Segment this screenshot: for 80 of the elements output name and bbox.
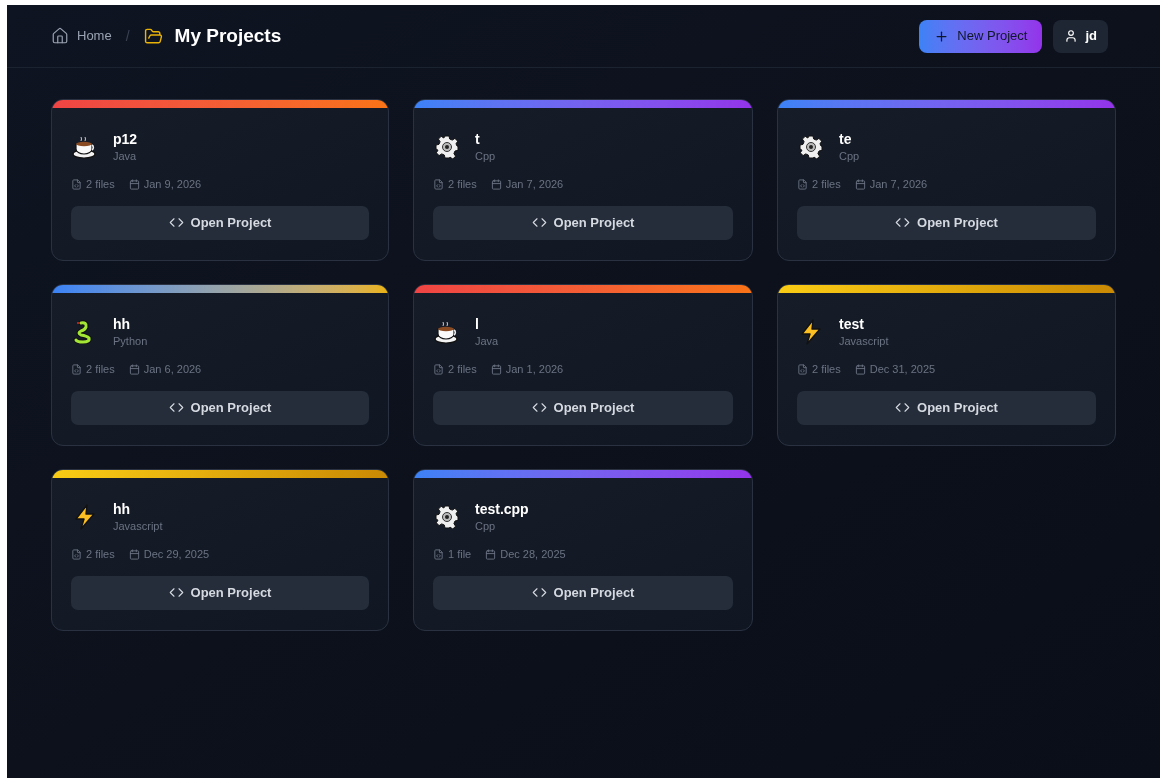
calendar-icon [490, 363, 502, 375]
project-date: Dec 28, 2025 [500, 547, 566, 562]
lightning-icon [799, 319, 823, 345]
open-project-button[interactable]: Open Project [797, 390, 1096, 425]
coffee-cup-icon [434, 320, 460, 344]
code-icon [531, 400, 547, 415]
file-icon [433, 548, 444, 560]
project-name: t [475, 130, 481, 148]
file-icon [433, 363, 444, 375]
page-title: My Projects [174, 23, 282, 48]
project-language: Java [475, 334, 499, 349]
file-icon [797, 178, 808, 190]
gear-icon [799, 135, 823, 159]
file-count: 2 files [86, 362, 115, 377]
project-language: Java [113, 149, 138, 164]
file-icon [71, 548, 82, 560]
project-date: Dec 31, 2025 [869, 362, 936, 377]
file-icon [797, 363, 808, 375]
open-project-button[interactable]: Open Project [433, 390, 733, 425]
file-icon [433, 178, 444, 190]
plus-icon [934, 28, 950, 44]
folder-icon [143, 26, 163, 46]
file-count: 2 files [86, 177, 115, 192]
project-language: Cpp [839, 149, 860, 164]
project-language: Cpp [475, 149, 496, 164]
project-date: Jan 7, 2026 [869, 177, 928, 192]
calendar-icon [128, 178, 140, 190]
calendar-icon [128, 363, 140, 375]
project-name: test.cpp [475, 500, 529, 518]
user-icon [1064, 29, 1079, 43]
calendar-icon [485, 548, 497, 560]
project-name: hh [113, 500, 132, 518]
code-icon [168, 400, 184, 415]
project-name: te [839, 130, 853, 148]
project-name: p12 [113, 130, 138, 148]
project-date: Jan 6, 2026 [143, 362, 202, 377]
project-language: Python [113, 334, 148, 349]
breadcrumb-separator: / [124, 26, 131, 46]
file-count: 2 files [86, 547, 115, 562]
lightning-icon [73, 504, 97, 530]
project-date: Jan 1, 2026 [505, 362, 564, 377]
gear-icon [435, 135, 459, 159]
code-icon [531, 585, 547, 600]
new-project-button[interactable]: New Project [919, 19, 1043, 53]
code-icon [895, 400, 911, 415]
calendar-icon [854, 178, 866, 190]
project-language: Cpp [475, 519, 497, 534]
code-icon [168, 585, 184, 600]
open-project-button[interactable]: Open Project [71, 205, 369, 240]
home-link[interactable]: Home [51, 26, 112, 46]
open-project-button[interactable]: Open Project [433, 575, 733, 610]
project-language: Javascript [839, 334, 889, 349]
gear-icon [435, 505, 459, 529]
project-name: hh [113, 315, 132, 333]
code-icon [895, 215, 911, 230]
open-project-button[interactable]: Open Project [71, 575, 369, 610]
calendar-icon [128, 548, 140, 560]
file-icon [71, 178, 82, 190]
file-count: 2 files [812, 362, 841, 377]
file-icon [71, 363, 82, 375]
open-project-button[interactable]: Open Project [71, 390, 369, 425]
project-date: Jan 7, 2026 [505, 177, 564, 192]
file-count: 2 files [812, 177, 841, 192]
file-count: 2 files [448, 362, 477, 377]
project-language: Javascript [113, 519, 163, 534]
home-icon [51, 27, 69, 45]
project-name: test [839, 315, 865, 333]
code-icon [531, 215, 547, 230]
calendar-icon [854, 363, 866, 375]
open-project-button[interactable]: Open Project [433, 205, 733, 240]
file-count: 1 file [448, 547, 472, 562]
project-date: Dec 29, 2025 [143, 547, 210, 562]
project-name: l [475, 315, 480, 333]
calendar-icon [490, 178, 502, 190]
open-project-button[interactable]: Open Project [797, 205, 1096, 240]
project-date: Jan 9, 2026 [143, 177, 202, 192]
file-count: 2 files [448, 177, 477, 192]
coffee-cup-icon [72, 135, 98, 159]
user-button[interactable]: jd [1053, 19, 1108, 53]
code-icon [168, 215, 184, 230]
